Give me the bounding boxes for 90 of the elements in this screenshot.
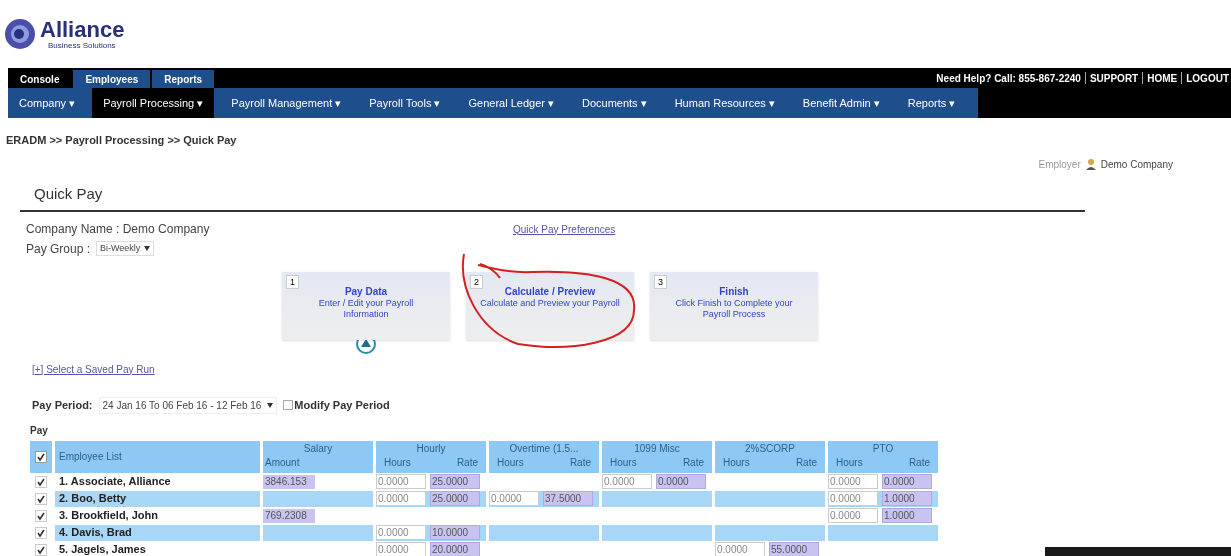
- column-header: Employee List: [59, 450, 122, 464]
- logo-text: Alliance: [40, 18, 125, 41]
- hours-field[interactable]: 0.0000: [715, 542, 765, 556]
- company-name: Company Name : Demo Company: [26, 220, 211, 238]
- dropdown-arrow-icon: [144, 246, 151, 251]
- column-header: Rate: [682, 455, 704, 470]
- header-link[interactable]: LOGOUT: [1186, 70, 1229, 86]
- menu-item[interactable]: Payroll Processing ▾: [92, 88, 215, 118]
- column-header: Amount: [264, 455, 301, 470]
- employee-name: 3. Brookfield, John: [59, 508, 158, 524]
- checkbox[interactable]: [35, 450, 47, 463]
- saved-pay-run-link[interactable]: [+] Select a Saved Pay Run: [32, 363, 155, 375]
- rate-value: 20.0000: [430, 542, 480, 556]
- checkbox[interactable]: [35, 543, 47, 556]
- rate-value: 37.5000: [543, 491, 593, 506]
- top-tab[interactable]: Employees: [73, 70, 151, 88]
- pay-group-label: Pay Group :: [26, 240, 91, 258]
- logo-tagline: Business Solutions: [47, 41, 117, 50]
- column-header: Hourly: [416, 441, 446, 456]
- top-tab[interactable]: Reports: [152, 70, 215, 88]
- hours-field[interactable]: 0.0000: [376, 474, 426, 489]
- employer-label: Employer: [1038, 157, 1081, 172]
- breadcrumb: ERADM >> Payroll Processing >> Quick Pay: [6, 133, 237, 148]
- rate-value: 0.0000: [656, 474, 706, 489]
- column-header: Overtime (1.5...: [509, 441, 579, 456]
- employee-name: 5. Jagels, James: [59, 542, 146, 556]
- hours-field[interactable]: 0.0000: [828, 508, 878, 523]
- logo-icon: [4, 18, 36, 50]
- header-link[interactable]: HOME: [1147, 70, 1178, 86]
- rate-value: 0.0000: [882, 474, 932, 489]
- modify-pay-period-label: Modify Pay Period: [294, 397, 390, 413]
- hours-field[interactable]: 0.0000: [376, 542, 426, 556]
- step-description: Click Finish to Complete your Payroll Process: [674, 297, 794, 320]
- section-title: Pay: [30, 424, 48, 436]
- step-number: 3: [654, 274, 667, 289]
- hours-field[interactable]: 0.0000: [376, 491, 426, 506]
- step-number: 1: [286, 274, 299, 289]
- checkbox[interactable]: [35, 475, 47, 488]
- step-title: Pay Data: [344, 285, 388, 298]
- column-header: Hours: [836, 455, 863, 470]
- column-header: Hours: [384, 455, 411, 470]
- step-number: 2: [470, 274, 483, 289]
- rate-value: 10.0000: [430, 525, 480, 540]
- step-description: Enter / Edit your Payroll Information: [317, 297, 415, 320]
- salary-amount: 769.2308: [263, 508, 315, 523]
- column-header: Hours: [610, 455, 637, 470]
- column-header: PTO: [872, 441, 894, 456]
- pay-period-label: Pay Period:: [32, 397, 93, 413]
- employer-name: Demo Company: [1100, 157, 1173, 172]
- column-header: 1099 Misc: [634, 441, 680, 456]
- hours-field[interactable]: 0.0000: [602, 474, 652, 489]
- step-description: Calculate and Preview your Payroll: [480, 297, 620, 309]
- checkbox[interactable]: [35, 509, 47, 522]
- column-header: Hours: [723, 455, 750, 470]
- salary-amount: 3846.153: [263, 474, 315, 489]
- hours-field[interactable]: 0.0000: [828, 491, 878, 506]
- pay-period-select[interactable]: 24 Jan 16 To 06 Feb 16 - 12 Feb 16: [98, 396, 278, 414]
- rate-value: 25.0000: [430, 474, 480, 489]
- step-title: Calculate / Preview: [504, 285, 596, 298]
- column-header: 2%SCORP: [745, 441, 795, 456]
- rate-value: 25.0000: [430, 491, 480, 506]
- column-header: Hours: [497, 455, 524, 470]
- preferences-link[interactable]: Quick Pay Preferences: [513, 221, 616, 258]
- step-card[interactable]: 2 Calculate / Preview Calculate and Preview your Payroll: [466, 271, 634, 340]
- rate-value: 1.0000: [882, 508, 932, 523]
- column-header: Rate: [569, 455, 591, 470]
- step-card[interactable]: 1 Pay Data Enter / Edit your Payroll Information: [282, 271, 450, 340]
- step-title: Finish: [719, 285, 749, 298]
- header-link[interactable]: SUPPORT: [1089, 70, 1139, 86]
- step-card[interactable]: 3 Finish Click Finish to Complete your Payroll Process: [650, 271, 818, 340]
- hours-field[interactable]: 0.0000: [489, 491, 539, 506]
- employee-name: 2. Boo, Betty: [59, 491, 127, 507]
- checkbox[interactable]: [35, 526, 47, 539]
- checkbox[interactable]: [283, 400, 294, 410]
- column-header: Rate: [795, 455, 817, 470]
- pay-group-select[interactable]: Bi-Weekly: [96, 240, 155, 257]
- help-text: Need Help? Call: 855-867-2240: [936, 71, 1081, 86]
- column-header: Rate: [456, 455, 478, 470]
- checkbox[interactable]: [35, 492, 47, 505]
- dropdown-arrow-icon: [267, 402, 274, 408]
- person-icon: [1084, 158, 1097, 170]
- rate-value: 1.0000: [882, 491, 932, 506]
- column-header: Rate: [908, 455, 930, 470]
- column-header: Salary: [303, 441, 333, 456]
- rate-value: 55.0000: [769, 542, 819, 556]
- employee-name: 1. Associate, Alliance: [59, 474, 171, 490]
- employee-name: 4. Davis, Brad: [59, 525, 132, 541]
- hours-field[interactable]: 0.0000: [828, 474, 878, 489]
- page-title: Quick Pay: [34, 184, 103, 202]
- hours-field[interactable]: 0.0000: [376, 525, 426, 540]
